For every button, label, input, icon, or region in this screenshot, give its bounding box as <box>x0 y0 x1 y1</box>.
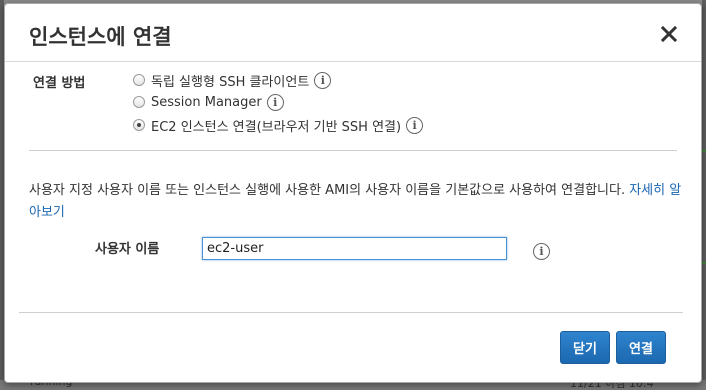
description-text: 사용자 지정 사용자 이름 또는 인스턴스 실행에 사용한 AMI의 사용자 이… <box>29 180 689 224</box>
radio-button-selected[interactable] <box>133 119 145 131</box>
radio-option-ssh-client[interactable]: 독립 실행형 SSH 클라이언트 i <box>133 70 332 90</box>
background-marker <box>702 150 706 152</box>
background-edge-right <box>702 0 706 390</box>
footer-divider <box>19 312 683 313</box>
info-icon[interactable]: i <box>406 116 424 134</box>
description-body: 사용자 지정 사용자 이름 또는 인스턴스 실행에 사용한 AMI의 사용자 이… <box>29 183 626 198</box>
section-divider <box>29 150 677 151</box>
radio-option-session-manager[interactable]: Session Manager i <box>133 92 284 112</box>
username-info[interactable]: i <box>533 240 550 260</box>
connect-instance-dialog: 인스턴스에 연결 연결 방법 독립 실행형 SSH 클라이언트 i Sessio… <box>4 3 702 383</box>
close-button[interactable]: 닫기 <box>560 331 610 364</box>
info-icon[interactable]: i <box>533 243 550 260</box>
radio-button[interactable] <box>133 96 145 108</box>
info-icon[interactable]: i <box>266 93 284 111</box>
close-icon[interactable] <box>661 26 677 42</box>
username-label: 사용자 이름 <box>95 242 160 257</box>
radio-label: EC2 인스턴스 연결(브라우저 기반 SSH 연결) <box>151 119 402 135</box>
dialog-title: 인스턴스에 연결 <box>29 25 172 49</box>
connect-button[interactable]: 연결 <box>616 331 666 364</box>
radio-label: Session Manager <box>151 94 262 110</box>
radio-option-ec2-instance-connect[interactable]: EC2 인스턴스 연결(브라우저 기반 SSH 연결) i <box>133 115 424 135</box>
username-input[interactable] <box>202 237 507 260</box>
radio-button[interactable] <box>133 74 145 86</box>
connection-method-label: 연결 방법 <box>33 76 86 91</box>
background-marker <box>702 262 706 264</box>
info-icon[interactable]: i <box>314 71 332 89</box>
radio-label: 독립 실행형 SSH 클라이언트 <box>151 74 310 90</box>
dialog-header: 인스턴스에 연결 <box>5 4 701 62</box>
